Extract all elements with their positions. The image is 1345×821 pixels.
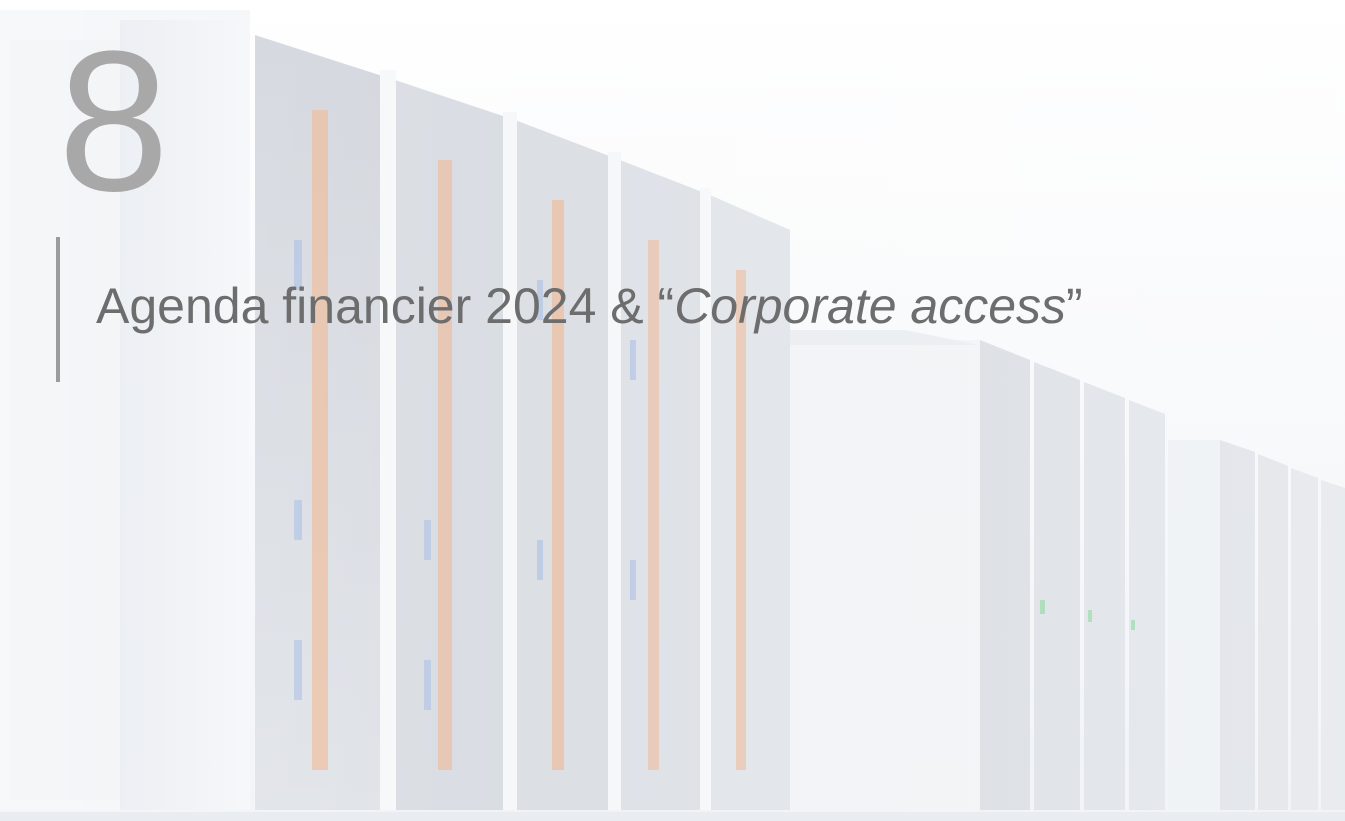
title-accent-rule: [56, 237, 60, 382]
slide: 8 Agenda financier 2024 & “Corporate acc…: [0, 0, 1345, 821]
section-title-prefix: Agenda financier 2024 & “: [96, 278, 675, 334]
section-number: 8: [58, 10, 170, 233]
section-title-emphasis: Corporate access: [674, 278, 1067, 334]
section-title-suffix: ”: [1066, 278, 1083, 334]
section-title: Agenda financier 2024 & “Corporate acces…: [96, 276, 1083, 336]
background-veil: [0, 0, 1345, 821]
bottom-strip: [0, 812, 1345, 821]
